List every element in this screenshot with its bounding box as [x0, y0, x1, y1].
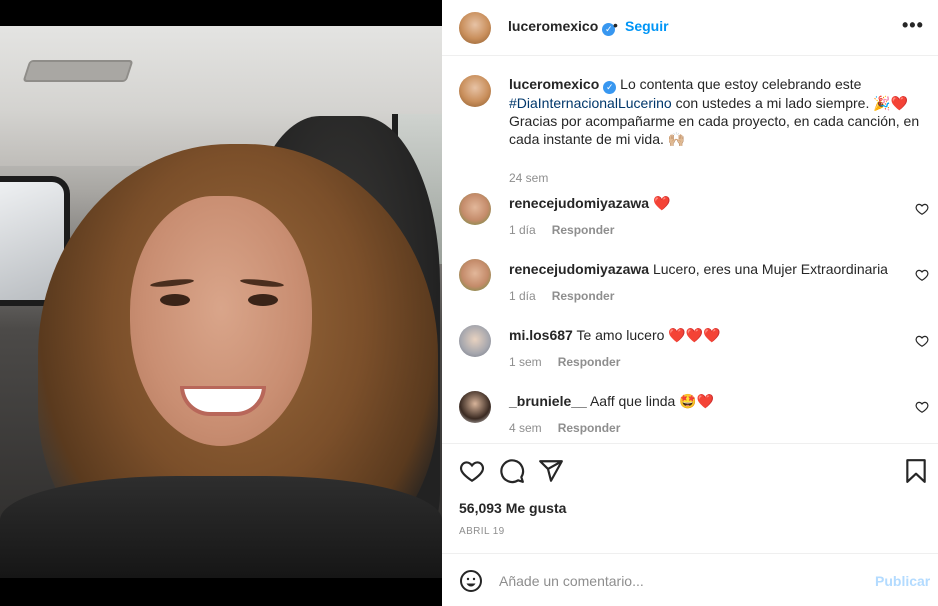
comment-item: mi.los687 Te amo lucero ❤️❤️❤️ 1 sem Resp…: [459, 325, 929, 377]
comment-username[interactable]: mi.los687: [509, 327, 573, 343]
comment-time[interactable]: 1 sem: [509, 355, 542, 369]
separator-dot: •: [613, 17, 618, 33]
comment-line: renecejudomiyazawa ❤️: [509, 195, 670, 212]
bookmark-icon[interactable]: [903, 458, 929, 484]
add-comment-bar: Publicar: [442, 553, 938, 606]
caption-text: luceromexico ✓ Lo contenta que estoy cele…: [509, 75, 929, 148]
comment-item: _bruniele__ Aaff que linda 🤩❤️ 4 sem Resp…: [459, 391, 929, 443]
post-side-panel: luceromexico ✓ • Seguir ••• luceromexico ✓…: [442, 0, 938, 606]
photo-jacket: [0, 476, 442, 578]
emoji-icon[interactable]: [459, 569, 483, 593]
comment-username[interactable]: renecejudomiyazawa: [509, 261, 649, 277]
comment-like-icon[interactable]: [915, 400, 929, 414]
reply-button[interactable]: Responder: [558, 421, 621, 435]
comment-time[interactable]: 1 día: [509, 223, 536, 237]
comment-like-icon[interactable]: [915, 334, 929, 348]
comment-icon[interactable]: [499, 458, 525, 484]
comment-time[interactable]: 1 día: [509, 289, 536, 303]
post-actions: 56,093 Me gusta ABRIL 19: [442, 443, 938, 553]
comment-item: renecejudomiyazawa ❤️ 1 día Responder: [459, 193, 929, 245]
caption-username[interactable]: luceromexico: [509, 76, 599, 92]
comment-meta: 4 sem Responder: [509, 421, 620, 435]
comment-text: ❤️: [652, 195, 671, 211]
post-photo[interactable]: [0, 26, 442, 578]
photo-dome-light: [22, 60, 134, 82]
comment-username[interactable]: _bruniele__: [509, 393, 587, 409]
comment-text: Aaff que linda 🤩❤️: [589, 393, 715, 409]
commenter-avatar[interactable]: [459, 325, 491, 357]
instagram-post-modal: luceromexico ✓ • Seguir ••• luceromexico ✓…: [0, 0, 938, 606]
comment-time[interactable]: 4 sem: [509, 421, 542, 435]
verified-badge-icon: ✓: [603, 81, 617, 94]
heart-icon[interactable]: [459, 458, 485, 484]
commenter-avatar[interactable]: [459, 391, 491, 423]
post-date[interactable]: ABRIL 19: [459, 526, 505, 537]
reply-button[interactable]: Responder: [552, 289, 615, 303]
comment-line: mi.los687 Te amo lucero ❤️❤️❤️: [509, 327, 721, 344]
comment-meta: 1 día Responder: [509, 289, 614, 303]
comment-username[interactable]: renecejudomiyazawa: [509, 195, 649, 211]
comment-input[interactable]: [499, 570, 859, 592]
comment-line: _bruniele__ Aaff que linda 🤩❤️: [509, 393, 714, 410]
comment-like-icon[interactable]: [915, 202, 929, 216]
comments-section[interactable]: luceromexico ✓ Lo contenta que estoy cele…: [442, 57, 938, 443]
share-icon[interactable]: [538, 458, 564, 484]
caption-avatar[interactable]: [459, 75, 491, 107]
photo-eye-right: [248, 294, 278, 306]
commenter-avatar[interactable]: [459, 259, 491, 291]
reply-button[interactable]: Responder: [552, 223, 615, 237]
caption-time[interactable]: 24 sem: [509, 171, 548, 185]
comment-meta: 1 sem Responder: [509, 355, 620, 369]
publish-button[interactable]: Publicar: [875, 573, 930, 589]
comment-item: renecejudomiyazawa Lucero, eres una Muje…: [459, 259, 929, 311]
comment-line: renecejudomiyazawa Lucero, eres una Muje…: [509, 261, 888, 277]
comment-text: Te amo lucero ❤️❤️❤️: [576, 327, 721, 343]
follow-button[interactable]: Seguir: [625, 18, 669, 34]
caption-hashtag[interactable]: #DiaInternacionalLucerino: [509, 95, 672, 111]
caption-body-start: Lo contenta que estoy celebrando este: [620, 76, 862, 92]
commenter-avatar[interactable]: [459, 193, 491, 225]
post-header: luceromexico ✓ • Seguir •••: [442, 0, 938, 56]
author-avatar[interactable]: [459, 12, 491, 44]
reply-button[interactable]: Responder: [558, 355, 621, 369]
more-options-icon[interactable]: •••: [902, 15, 924, 36]
comment-meta: 1 día Responder: [509, 223, 614, 237]
author-username[interactable]: luceromexico ✓: [508, 18, 616, 36]
comment-like-icon[interactable]: [915, 268, 929, 282]
photo-eye-left: [160, 294, 190, 306]
comment-text: Lucero, eres una Mujer Extraordinaria: [652, 261, 888, 277]
likes-count[interactable]: 56,093 Me gusta: [459, 500, 566, 516]
